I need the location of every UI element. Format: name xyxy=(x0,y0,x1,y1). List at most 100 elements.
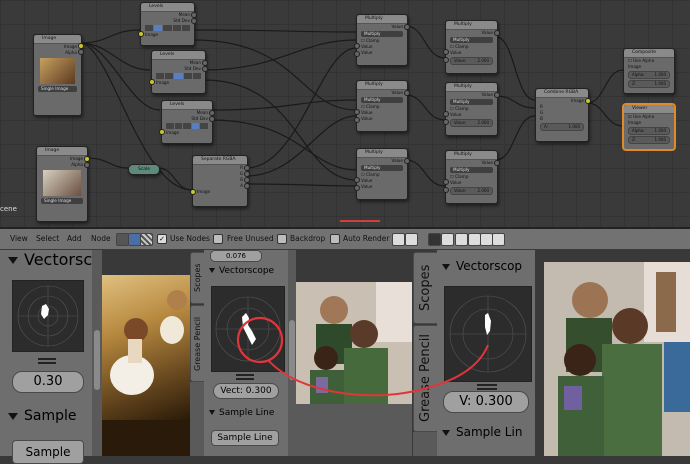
alpha-field[interactable]: Alpha: 1.000 xyxy=(628,127,670,135)
grid-icon[interactable] xyxy=(441,233,454,246)
multiply-node-4[interactable]: Multiply Value Multiply ☐ Clamp Value Va… xyxy=(443,82,500,136)
vectorscope-opacity-field[interactable]: 0.30 xyxy=(12,371,84,393)
output-socket[interactable] xyxy=(404,24,410,30)
input-socket[interactable] xyxy=(354,177,360,183)
input-socket[interactable] xyxy=(443,119,449,125)
image-source-select[interactable]: Single Image xyxy=(38,86,77,92)
multiply-node-6[interactable]: Multiply Value Multiply ☐ Clamp Value Va… xyxy=(443,150,500,204)
levels-node-2[interactable]: Levels Mean Std Dev Image xyxy=(149,50,208,94)
vectorscope-header[interactable]: Vectorscop xyxy=(442,259,522,273)
multiply-node-2[interactable]: Multiply Value Multiply ☐ Clamp Value Va… xyxy=(443,20,500,74)
tab-grease-pencil[interactable]: Grease Pencil xyxy=(413,325,439,432)
multiply-node-5[interactable]: Multiply Value Multiply ☐ Clamp Value Va… xyxy=(354,148,410,200)
free-unused-checkbox[interactable] xyxy=(213,234,223,244)
sample-line-header[interactable]: Sample Lin xyxy=(442,425,522,439)
output-socket[interactable] xyxy=(191,18,197,24)
multiply-node-1[interactable]: Multiply Value Multiply ☐ Clamp Value Va… xyxy=(354,14,410,66)
input-socket[interactable] xyxy=(159,129,165,135)
value-field[interactable]: Value: 2.000 xyxy=(450,187,493,195)
scrollbar-thumb[interactable] xyxy=(289,320,295,380)
value-field[interactable]: Value: 2.000 xyxy=(450,57,493,65)
scrollbar-thumb[interactable] xyxy=(94,330,100,390)
resize-grip[interactable] xyxy=(477,384,497,386)
operation-select[interactable]: Multiply xyxy=(450,37,493,43)
input-socket[interactable] xyxy=(190,189,196,195)
input-socket[interactable] xyxy=(354,185,360,191)
view-menu[interactable]: View xyxy=(10,234,28,243)
output-socket[interactable] xyxy=(404,158,410,164)
input-socket[interactable] xyxy=(443,57,449,63)
resize-grip[interactable] xyxy=(236,378,254,380)
z-field[interactable]: Z: 1.000 xyxy=(628,136,670,144)
channel-buttons[interactable] xyxy=(166,123,208,129)
vectorscope-header[interactable]: Vectorscope xyxy=(209,266,274,276)
scale-node[interactable]: Scale xyxy=(128,164,160,175)
combine-rgba-node[interactable]: Combine RGBA Image R G B A: 1.000 xyxy=(535,88,591,142)
levels-node-3[interactable]: Levels Mean Std Dev Image xyxy=(159,100,215,144)
use-nodes-checkbox[interactable]: ✓ xyxy=(157,234,167,244)
operation-select[interactable]: Multiply xyxy=(450,167,493,173)
tab-scopes[interactable]: Scopes xyxy=(413,252,439,324)
output-socket[interactable] xyxy=(494,30,500,36)
scrollbar[interactable] xyxy=(288,250,296,456)
input-socket[interactable] xyxy=(443,187,449,193)
output-socket[interactable] xyxy=(202,66,208,72)
levels-node-1[interactable]: Levels Mean Std Dev Image xyxy=(138,2,197,46)
snap-icon[interactable] xyxy=(392,233,405,246)
resize-grip[interactable] xyxy=(477,388,497,390)
auto-render-checkbox[interactable] xyxy=(330,234,340,244)
input-socket[interactable] xyxy=(149,79,155,85)
add-menu[interactable]: Add xyxy=(67,234,82,243)
backdrop-view-icon[interactable] xyxy=(405,233,418,246)
output-socket[interactable] xyxy=(244,183,250,189)
options-icon[interactable] xyxy=(492,233,505,246)
output-socket[interactable] xyxy=(404,90,410,96)
input-socket[interactable] xyxy=(443,49,449,55)
input-socket[interactable] xyxy=(354,109,360,115)
sample-line-button[interactable]: Sample xyxy=(12,440,84,464)
node-editor[interactable]: Image Image Alpha Single Image Image Ima… xyxy=(0,0,690,227)
operation-select[interactable]: Multiply xyxy=(361,97,403,103)
channel-buttons[interactable] xyxy=(145,25,191,31)
output-socket[interactable] xyxy=(209,116,215,122)
image-node-1[interactable]: Image Image Alpha Single Image xyxy=(33,34,84,116)
input-socket[interactable] xyxy=(354,51,360,57)
input-socket[interactable] xyxy=(443,179,449,185)
viewer-node[interactable]: Viewer ☑ Use Alpha Image Alpha: 1.000 Z: 1… xyxy=(623,104,675,150)
image-source-select[interactable]: Single Image xyxy=(41,198,83,204)
composite-node[interactable]: Composite ☐ Use Alpha Image Alpha: 1.000 … xyxy=(623,48,675,94)
channel-icon[interactable] xyxy=(455,233,468,246)
sample-line-header[interactable]: Sample Line xyxy=(209,408,274,418)
input-socket[interactable] xyxy=(354,117,360,123)
z-field[interactable]: Z: 1.000 xyxy=(628,80,670,88)
input-socket[interactable] xyxy=(443,111,449,117)
operation-select[interactable]: Multiply xyxy=(450,99,493,105)
output-socket[interactable] xyxy=(494,160,500,166)
output-socket[interactable] xyxy=(585,98,591,104)
vectorscope-header[interactable]: Vectorsc xyxy=(8,250,92,269)
separate-rgba-node[interactable]: Separate RGBA R G B A Image xyxy=(190,155,250,207)
alpha-value-field[interactable]: A: 1.000 xyxy=(540,123,584,131)
operation-select[interactable]: Multiply xyxy=(361,165,403,171)
output-socket[interactable] xyxy=(84,162,90,168)
sample-line-button[interactable]: Sample Line xyxy=(211,430,279,446)
resize-grip[interactable] xyxy=(38,362,56,364)
input-socket[interactable] xyxy=(354,43,360,49)
input-socket[interactable] xyxy=(138,31,144,37)
operation-select[interactable]: Multiply xyxy=(361,31,403,37)
vectorscope-opacity-field[interactable]: Vect: 0.300 xyxy=(213,383,279,399)
select-menu[interactable]: Select xyxy=(36,234,59,243)
alpha-field[interactable]: Alpha: 1.000 xyxy=(628,71,670,79)
channel-buttons[interactable] xyxy=(156,73,202,79)
backdrop-checkbox[interactable] xyxy=(277,234,287,244)
sample-line-header[interactable]: Sample xyxy=(8,408,77,424)
scrollbar[interactable] xyxy=(92,250,102,456)
output-socket[interactable] xyxy=(494,92,500,98)
resize-grip[interactable] xyxy=(236,374,254,376)
top-value-field[interactable]: 0.076 xyxy=(210,250,262,262)
output-socket[interactable] xyxy=(78,49,84,55)
image-node-2[interactable]: Image Image Alpha Single Image xyxy=(36,146,90,222)
texture-nodes-icon[interactable] xyxy=(140,233,153,246)
multiply-node-3[interactable]: Multiply Value Multiply ☐ Clamp Value Va… xyxy=(354,80,410,132)
magnet-icon[interactable] xyxy=(428,233,441,246)
